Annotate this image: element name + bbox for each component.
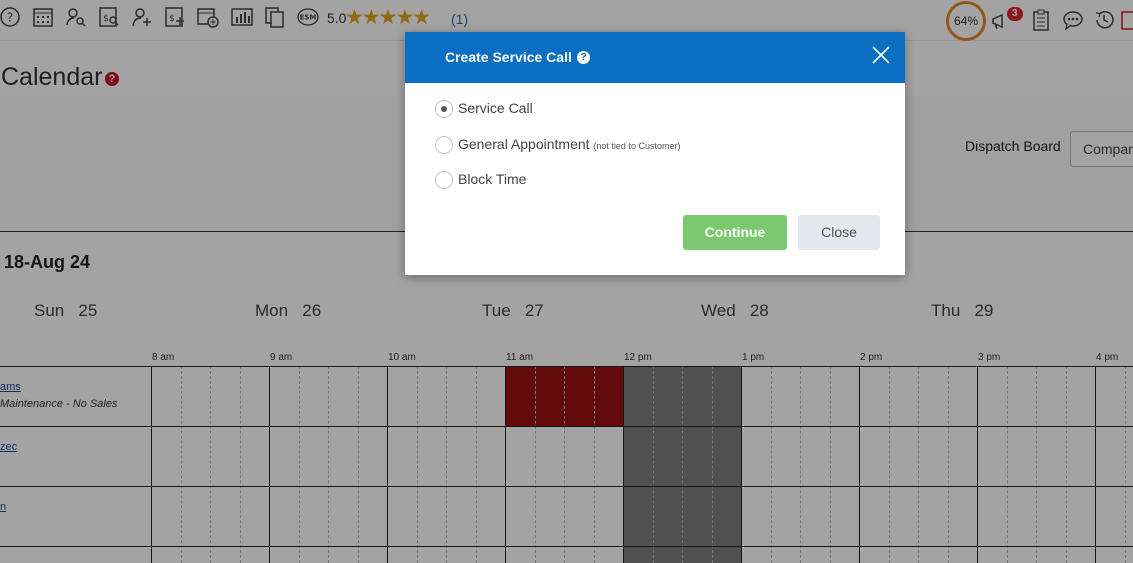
modal-header: Create Service Call ? — [405, 32, 905, 83]
radio-block-time[interactable] — [435, 171, 453, 189]
create-service-call-modal: Create Service Call ? Service Call Gener… — [405, 32, 905, 275]
radio-general-appointment[interactable] — [435, 136, 453, 154]
close-icon[interactable] — [870, 44, 892, 66]
option-note: (not tied to Customer) — [593, 141, 681, 151]
option-label: Block Time — [458, 171, 527, 187]
close-button[interactable]: Close — [798, 215, 880, 250]
radio-service-call[interactable] — [435, 100, 453, 118]
option-label: General Appointment (not tied to Custome… — [458, 136, 681, 152]
continue-button[interactable]: Continue — [683, 215, 787, 250]
modal-help-icon[interactable]: ? — [577, 51, 590, 64]
option-label: Service Call — [458, 100, 533, 116]
modal-title: Create Service Call — [445, 49, 572, 65]
